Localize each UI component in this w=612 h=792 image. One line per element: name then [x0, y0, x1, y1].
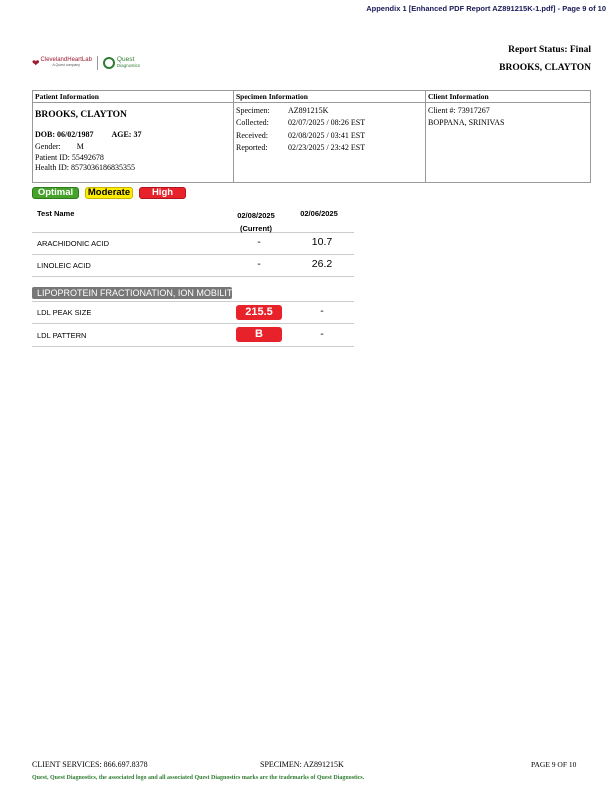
lab-logos: ❤ ClevelandHeartLab A Quest company Ques…: [32, 54, 162, 72]
reported-value: 02/23/2025 / 23:42 EST: [288, 143, 366, 153]
quest-diagnostics-logo: Quest Diagnostics: [102, 56, 141, 69]
quest-circle-icon: [102, 57, 115, 69]
high-result-badge: 215.5: [236, 305, 282, 320]
logo-divider: [96, 56, 98, 70]
reported-label: Reported:: [236, 143, 268, 153]
specimen-row: Specimen: AZ891215K: [236, 105, 423, 117]
collected-label: Collected:: [236, 118, 269, 128]
test-name: LINOLEIC ACID: [37, 261, 91, 270]
previous-value: 26.2: [311, 258, 333, 270]
patient-id-value: 55492678: [71, 152, 104, 162]
quest-logo-subtext: Diagnostics: [116, 63, 141, 68]
gender-value: M: [76, 142, 84, 151]
client-number: Client #: 73917267: [428, 106, 490, 115]
client-physician: BOPPANA, SRINIVAS: [428, 118, 505, 128]
col-previous-date: 02/06/2025: [300, 209, 338, 218]
test-name: LDL PATTERN: [37, 331, 87, 340]
previous-value: 10.7: [311, 236, 333, 248]
patient-dob: DOB: 06/02/1987: [35, 130, 94, 139]
legend-moderate-badge: Moderate: [85, 187, 133, 199]
test-name: ARACHIDONIC ACID: [37, 239, 110, 248]
current-value: -: [257, 237, 261, 248]
results-header: Test Name 02/08/2025 (Current) 02/06/202…: [32, 205, 354, 233]
current-date: 02/08/2025: [237, 211, 275, 220]
cleveland-logo-subtext: A Quest company: [52, 63, 81, 67]
footer-specimen: SPECIMEN: AZ891215K: [260, 760, 344, 769]
report-status: Report Status: Final: [508, 45, 591, 55]
collected-value: 02/07/2025 / 08:26 EST: [288, 118, 366, 128]
page-number: PAGE 9 OF 10: [531, 760, 577, 769]
specimen-label: Specimen:: [236, 106, 270, 115]
legend-high-badge: High: [139, 187, 186, 199]
test-name: LDL PEAK SIZE: [37, 308, 92, 317]
collected-row: Collected: 02/07/2025 / 08:26 EST: [236, 117, 423, 129]
previous-value: -: [320, 328, 324, 340]
previous-value: -: [320, 305, 324, 317]
received-row: Received: 02/08/2025 / 03:41 EST: [236, 130, 423, 142]
legend-optimal-badge: Optimal: [32, 187, 79, 199]
specimen-info: Specimen Information Specimen: AZ891215K…: [234, 91, 426, 182]
gender-label: Gender:: [35, 142, 61, 151]
trademark-notice: Quest, Quest Diagnostics, the associated…: [32, 775, 365, 781]
table-row: ARACHIDONIC ACID - 10.7: [32, 233, 354, 255]
patient-id-label: Patient ID:: [35, 152, 70, 162]
patient-name-header: BROOKS, CLAYTON: [499, 63, 591, 73]
reported-row: Reported: 02/23/2025 / 23:42 EST: [236, 142, 423, 154]
table-row: LDL PATTERN B -: [32, 324, 354, 347]
result-legend: Optimal Moderate High: [32, 187, 186, 199]
specimen-value: AZ891215K: [288, 106, 329, 115]
patient-age: AGE: 37: [111, 130, 142, 139]
col-test-name: Test Name: [37, 209, 75, 218]
client-info-heading: Client Information: [426, 91, 590, 103]
patient-name: BROOKS, CLAYTON: [35, 110, 127, 120]
appendix-header: Appendix 1 [Enhanced PDF Report AZ891215…: [366, 4, 606, 13]
patient-info-heading: Patient Information: [33, 91, 233, 103]
info-table: Patient Information BROOKS, CLAYTON DOB:…: [32, 90, 591, 183]
heart-icon: ❤: [32, 57, 40, 68]
specimen-info-heading: Specimen Information: [234, 91, 425, 103]
col-current-date: 02/08/2025 (Current): [231, 209, 281, 235]
health-id-value: 8573036186835355: [71, 163, 135, 172]
client-services: CLIENT SERVICES: 866.697.8378: [32, 760, 148, 769]
section-row: LIPOPROTEIN FRACTIONATION, ION MOBILITY: [32, 287, 354, 302]
table-row: LDL PEAK SIZE 215.5 -: [32, 302, 354, 324]
current-label: (Current): [239, 224, 273, 233]
current-value: -: [257, 259, 261, 270]
section-heading: LIPOPROTEIN FRACTIONATION, ION MOBILITY: [32, 287, 232, 299]
results-table: Test Name 02/08/2025 (Current) 02/06/202…: [32, 205, 354, 347]
cleveland-heartlab-logo: ❤ ClevelandHeartLab A Quest company: [32, 57, 92, 69]
received-label: Received:: [236, 130, 268, 140]
received-value: 02/08/2025 / 03:41 EST: [288, 130, 366, 140]
health-id-label: Health ID:: [35, 163, 69, 172]
patient-info: Patient Information BROOKS, CLAYTON DOB:…: [33, 91, 234, 182]
high-result-badge: B: [236, 327, 282, 342]
table-row: LINOLEIC ACID - 26.2: [32, 255, 354, 277]
client-info: Client Information Client #: 73917267 BO…: [426, 91, 590, 182]
